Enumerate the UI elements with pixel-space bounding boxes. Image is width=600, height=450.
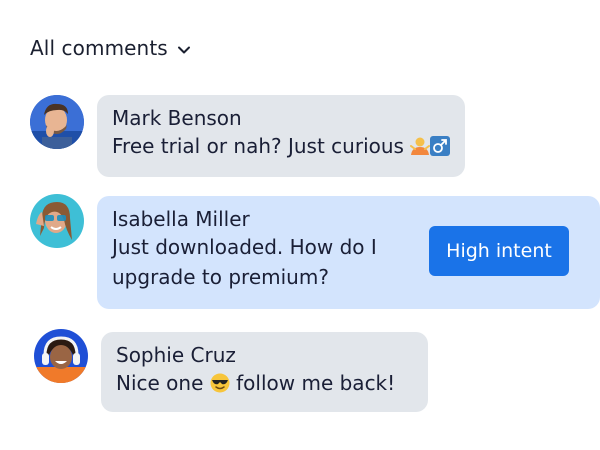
comment-text-after: follow me back! — [236, 371, 396, 395]
avatar[interactable] — [30, 194, 84, 248]
comment-author: Sophie Cruz — [116, 343, 236, 367]
comment-text: Free trial or nah? Just curious — [112, 134, 404, 158]
comment-text-before: Nice one — [116, 371, 204, 395]
filter-label: All comments — [30, 36, 168, 60]
male-sign-emoji — [430, 134, 451, 164]
comment-bubble: Sophie Cruz Nice one follow me back! — [101, 332, 428, 412]
sunglasses-face-emoji — [210, 371, 230, 401]
comment-bubble: Mark Benson Free trial or nah? Just curi… — [97, 95, 465, 177]
comment-author: Mark Benson — [112, 106, 242, 130]
comment-text-line: Free trial or nah? Just curious — [112, 131, 451, 164]
avatar[interactable] — [34, 329, 88, 383]
comment-text: Just downloaded. How do I upgrade to pre… — [112, 235, 377, 289]
high-intent-badge[interactable]: High intent — [429, 226, 569, 276]
chevron-down-icon — [176, 42, 192, 58]
person-shrugging-emoji — [410, 134, 431, 164]
comments-filter-dropdown[interactable]: All comments — [30, 36, 192, 60]
avatar[interactable] — [30, 95, 84, 149]
comment-text-line: Nice one follow me back! — [116, 368, 413, 401]
